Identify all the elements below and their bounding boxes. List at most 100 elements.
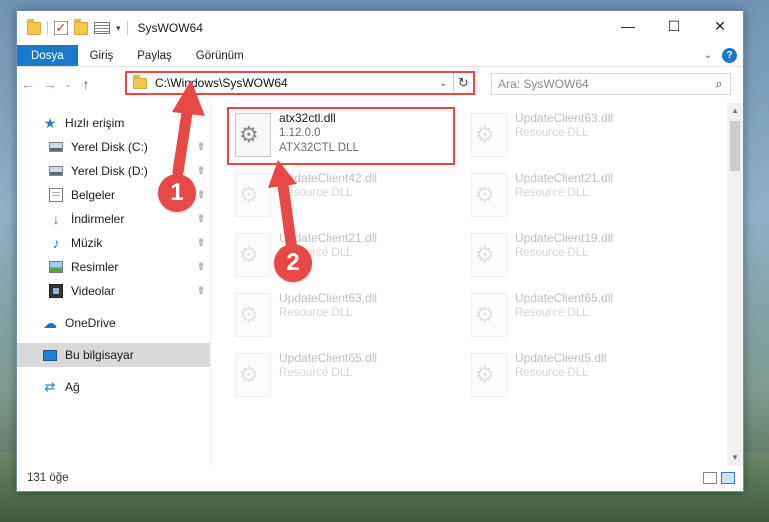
drive-icon <box>49 142 63 152</box>
pin-icon[interactable]: ✎ <box>193 212 207 226</box>
address-bar[interactable]: C:\Windows\SysWOW64 ⌄ ↻ <box>125 71 475 95</box>
sidebar-item-label: Bu bilgisayar <box>65 348 134 362</box>
status-bar: 131 öğe <box>17 465 743 491</box>
sidebar-item[interactable]: ☁ OneDrive <box>17 311 210 335</box>
file-list: UpdateClient5.dllResource DLLUpdateClien… <box>211 103 743 466</box>
address-path[interactable]: C:\Windows\SysWOW64 <box>155 76 439 90</box>
pin-icon[interactable]: ✎ <box>193 284 207 298</box>
dll-file-icon <box>471 293 507 337</box>
file-item[interactable]: UpdateClient63.dll Resource DLL <box>231 289 461 347</box>
sidebar-item-label: OneDrive <box>65 316 116 330</box>
properties-check-icon[interactable]: ✓ <box>54 21 68 35</box>
file-meta: UpdateClient63.dll Resource DLL <box>279 289 377 347</box>
pin-icon[interactable]: ✎ <box>193 140 207 154</box>
file-item[interactable]: UpdateClient5.dll Resource DLL <box>467 349 697 407</box>
sidebar-item-label: Resimler <box>71 260 119 274</box>
search-input[interactable]: Ara: SysWOW64 <box>498 77 708 91</box>
help-icon[interactable]: ? <box>722 48 737 63</box>
sidebar-item[interactable]: ★ Hızlı erişim <box>17 111 210 135</box>
file-description: Resource DLL <box>515 367 589 379</box>
search-box[interactable]: Ara: SysWOW64 ⌕ <box>491 73 731 95</box>
scroll-down-icon[interactable]: ▼ <box>727 450 743 466</box>
file-meta: UpdateClient65.dll Resource DLL <box>515 289 613 347</box>
customize-toolbar-dropdown-icon[interactable]: ▾ <box>116 23 121 34</box>
file-description: Resource DLL <box>279 187 353 199</box>
sidebar-item-label: İndirmeler <box>71 212 125 226</box>
dll-file-icon <box>471 353 507 397</box>
tab-home[interactable]: Giriş <box>78 45 126 66</box>
folder-icon <box>27 18 41 35</box>
minimize-button[interactable]: — <box>605 11 651 41</box>
file-item[interactable]: UpdateClient19.dll Resource DLL <box>467 229 697 287</box>
refresh-button[interactable]: ↻ <box>453 73 473 93</box>
scroll-thumb[interactable] <box>730 121 740 171</box>
scroll-up-icon[interactable]: ▲ <box>727 103 743 119</box>
search-icon[interactable]: ⌕ <box>708 76 730 92</box>
sidebar-item-label: Müzik <box>71 236 103 250</box>
window-title: SysWOW64 <box>137 21 203 35</box>
item-count: 131 öğe <box>27 472 69 484</box>
file-description: Resource DLL <box>515 307 589 319</box>
maximize-button[interactable]: ☐ <box>651 11 697 41</box>
sidebar-item[interactable]: ♪ Müzik ✎ <box>17 231 210 255</box>
folder-icon <box>133 74 147 89</box>
file-item[interactable]: UpdateClient42.dll Resource DLL <box>231 169 461 227</box>
quick-access-toolbar: ✓ ▾ <box>17 18 128 35</box>
sidebar-item[interactable]: Bu bilgisayar <box>17 343 210 367</box>
sidebar-item[interactable]: ⇄ Ağ <box>17 375 210 399</box>
view-toggle <box>703 472 735 484</box>
sidebar-item-label: Yerel Disk (C:) <box>71 140 148 154</box>
ribbon-right-controls: ⌄ ? <box>704 48 737 63</box>
back-button[interactable]: ← <box>17 76 39 92</box>
file-name: UpdateClient5.dll <box>515 351 607 365</box>
dll-file-icon <box>235 353 271 397</box>
recent-locations-icon[interactable]: ⌄ <box>61 79 75 90</box>
forward-button[interactable]: → <box>39 76 61 92</box>
content-area: ★ Hızlı erişim Yerel Disk (C:) ✎ Yerel Disk … <box>17 103 743 466</box>
file-description: Resource DLL <box>515 127 589 139</box>
dll-file-icon <box>235 173 271 217</box>
star-icon: ★ <box>43 115 57 131</box>
sidebar-item[interactable]: Videolar ✎ <box>17 279 210 303</box>
sidebar-item-label: Ağ <box>65 380 80 394</box>
computer-icon <box>43 349 57 361</box>
ribbon-expand-icon[interactable]: ⌄ <box>704 50 712 61</box>
file-item[interactable]: UpdateClient65.dll Resource DLL <box>467 289 697 347</box>
sidebar-item[interactable]: Yerel Disk (C:) ✎ <box>17 135 210 159</box>
close-button[interactable]: ✕ <box>697 11 743 41</box>
file-description: Resource DLL <box>515 187 589 199</box>
tiles-view-icon[interactable] <box>721 472 735 484</box>
rename-icon[interactable] <box>94 22 110 34</box>
step-marker-1: 1 <box>158 174 196 212</box>
file-description: Resource DLL <box>279 367 353 379</box>
address-dropdown-icon[interactable]: ⌄ <box>439 78 453 89</box>
tab-file[interactable]: Dosya <box>17 45 78 66</box>
cloud-icon: ☁ <box>43 315 57 331</box>
file-name: UpdateClient42.dll <box>279 171 378 185</box>
file-meta: UpdateClient21.dll Resource DLL <box>515 169 613 227</box>
dll-file-icon <box>471 173 507 217</box>
file-item[interactable]: UpdateClient63.dll Resource DLL <box>467 109 697 167</box>
pin-icon[interactable]: ✎ <box>193 164 207 178</box>
file-meta: UpdateClient42.dll Resource DLL <box>279 169 377 227</box>
sidebar-item-label: Videolar <box>71 284 115 298</box>
file-description: Resource DLL <box>279 307 353 319</box>
highlight-box <box>227 107 455 165</box>
sidebar-item-label: Hızlı erişim <box>65 116 125 130</box>
ribbon-tabs: Dosya Giriş Paylaş Görünüm ⌄ ? <box>17 45 743 67</box>
file-item[interactable]: UpdateClient65.dll Resource DLL <box>231 349 461 407</box>
file-item[interactable]: UpdateClient21.dllResource DLL <box>467 169 697 227</box>
vertical-scrollbar[interactable]: ▲ ▼ <box>727 103 743 466</box>
tab-view[interactable]: Görünüm <box>184 45 256 66</box>
sidebar-item[interactable]: Resimler ✎ <box>17 255 210 279</box>
up-button[interactable]: ↑ <box>75 76 97 92</box>
tab-share[interactable]: Paylaş <box>125 45 184 66</box>
file-item[interactable]: UpdateClient21.dllResource DLL <box>231 229 461 287</box>
video-icon <box>49 284 63 298</box>
dll-file-icon <box>471 113 507 157</box>
divider <box>47 21 48 35</box>
pin-icon[interactable]: ✎ <box>193 260 207 274</box>
details-view-icon[interactable] <box>703 472 717 484</box>
pin-icon[interactable]: ✎ <box>193 236 207 250</box>
new-folder-icon[interactable] <box>74 18 88 35</box>
